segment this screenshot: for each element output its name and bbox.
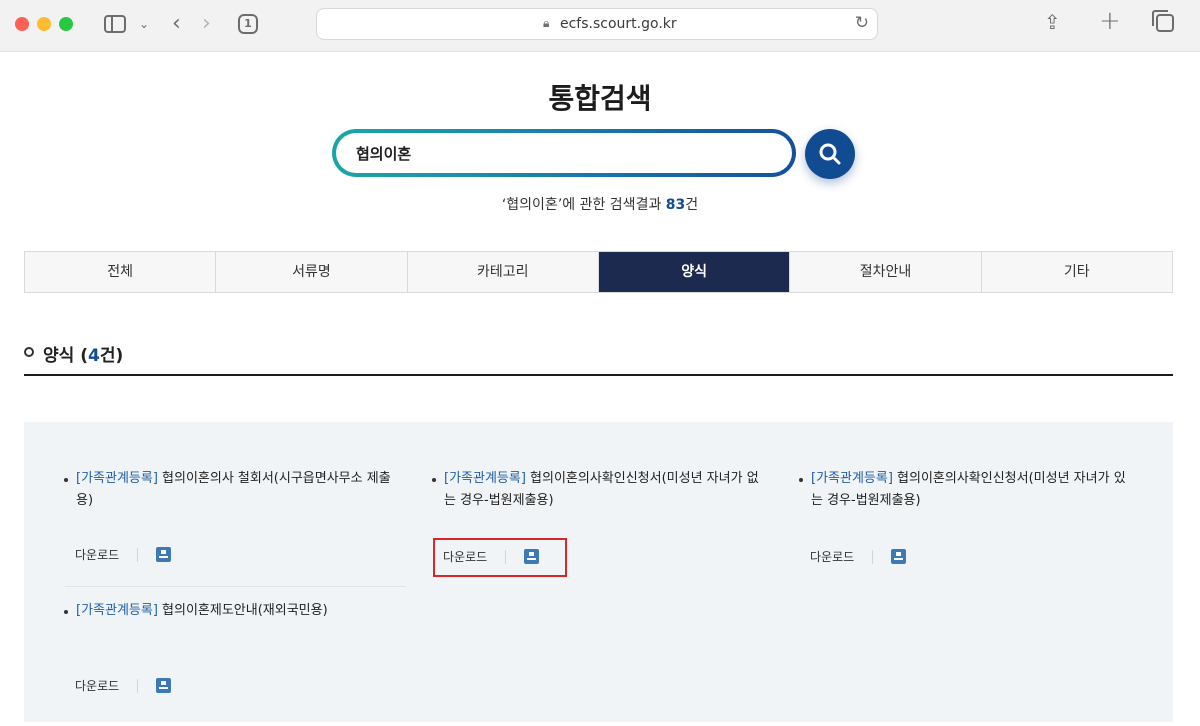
search-icon: [819, 143, 841, 165]
forward-arrow-icon[interactable]: ›: [202, 12, 211, 36]
result-item: [가족관계등록] 협의이혼의사확인신청서(미성년 자녀가 있는 경우-법원제출용…: [797, 468, 1137, 512]
search-button[interactable]: [805, 129, 855, 179]
tab-procedure-guide[interactable]: 절차안내: [790, 252, 982, 292]
results-panel: [24, 422, 1173, 722]
result-title[interactable]: [가족관계등록] 협의이혼제도안내(재외국민용): [62, 600, 402, 622]
privacy-report-icon[interactable]: 1: [238, 14, 258, 34]
result-item: [가족관계등록] 협의이혼의사확인신청서(미성년 자녀가 없는 경우-법원제출용…: [430, 468, 770, 512]
download-row: 다운로드: [75, 544, 172, 565]
result-item: [가족관계등록] 협의이혼의사 철회서(시구읍면사무소 제출용): [62, 468, 402, 512]
tab-category[interactable]: 카테고리: [408, 252, 599, 292]
highlight-box: [433, 538, 567, 577]
download-row: 다운로드: [75, 675, 172, 696]
result-summary: ‘협의이혼’에 관한 검색결과 83건: [501, 197, 699, 213]
download-row: 다운로드: [810, 546, 907, 567]
tab-other[interactable]: 기타: [982, 252, 1172, 292]
result-title[interactable]: [가족관계등록] 협의이혼의사 철회서(시구읍면사무소 제출용): [62, 468, 402, 512]
zoom-window-button[interactable]: [59, 17, 73, 31]
divider: [137, 678, 139, 693]
result-tabs: 전체 서류명 카테고리 양식 절차안내 기타: [24, 251, 1173, 293]
new-tab-icon[interactable]: +: [1099, 8, 1121, 34]
tab-document-name[interactable]: 서류명: [216, 252, 408, 292]
search-box: [332, 129, 796, 177]
address-bar[interactable]: 🔒︎ ecfs.scourt.go.kr ↻: [316, 8, 878, 40]
result-item: [가족관계등록] 협의이혼제도안내(재외국민용): [62, 600, 402, 622]
search-input[interactable]: [336, 133, 792, 173]
reload-icon[interactable]: ↻: [855, 13, 869, 33]
back-arrow-icon[interactable]: ‹: [172, 12, 181, 36]
share-icon[interactable]: ⇪: [1044, 10, 1061, 34]
download-link[interactable]: 다운로드: [810, 547, 854, 567]
download-file-icon[interactable]: [891, 549, 907, 564]
download-link[interactable]: 다운로드: [75, 676, 119, 696]
result-title[interactable]: [가족관계등록] 협의이혼의사확인신청서(미성년 자녀가 있는 경우-법원제출용…: [797, 468, 1137, 512]
browser-toolbar: ⌄ ‹ › 1 🔒︎ ecfs.scourt.go.kr ↻ ⇪ +: [0, 0, 1200, 52]
tab-overview-icon[interactable]: [1152, 10, 1174, 32]
sidebar-toggle-icon[interactable]: [104, 15, 126, 33]
close-window-button[interactable]: [15, 17, 29, 31]
item-divider: [65, 586, 406, 587]
ring-bullet-icon: [24, 347, 34, 357]
result-title[interactable]: [가족관계등록] 협의이혼의사확인신청서(미성년 자녀가 없는 경우-법원제출용…: [430, 468, 770, 512]
url-text: ecfs.scourt.go.kr: [560, 16, 677, 32]
tab-forms[interactable]: 양식: [598, 252, 791, 292]
lock-icon: 🔒︎: [543, 16, 550, 30]
divider: [137, 547, 139, 562]
section-header: 양식 (4건): [24, 341, 1173, 376]
divider: [872, 549, 874, 564]
chevron-down-icon[interactable]: ⌄: [139, 12, 149, 36]
section-title: 양식 (4건): [43, 346, 124, 366]
minimize-window-button[interactable]: [37, 17, 51, 31]
result-count: 83: [665, 197, 686, 213]
page-title: 통합검색: [548, 82, 652, 115]
download-file-icon[interactable]: [156, 547, 172, 562]
tab-all[interactable]: 전체: [25, 252, 217, 292]
download-link[interactable]: 다운로드: [75, 545, 119, 565]
download-file-icon[interactable]: [156, 678, 172, 693]
